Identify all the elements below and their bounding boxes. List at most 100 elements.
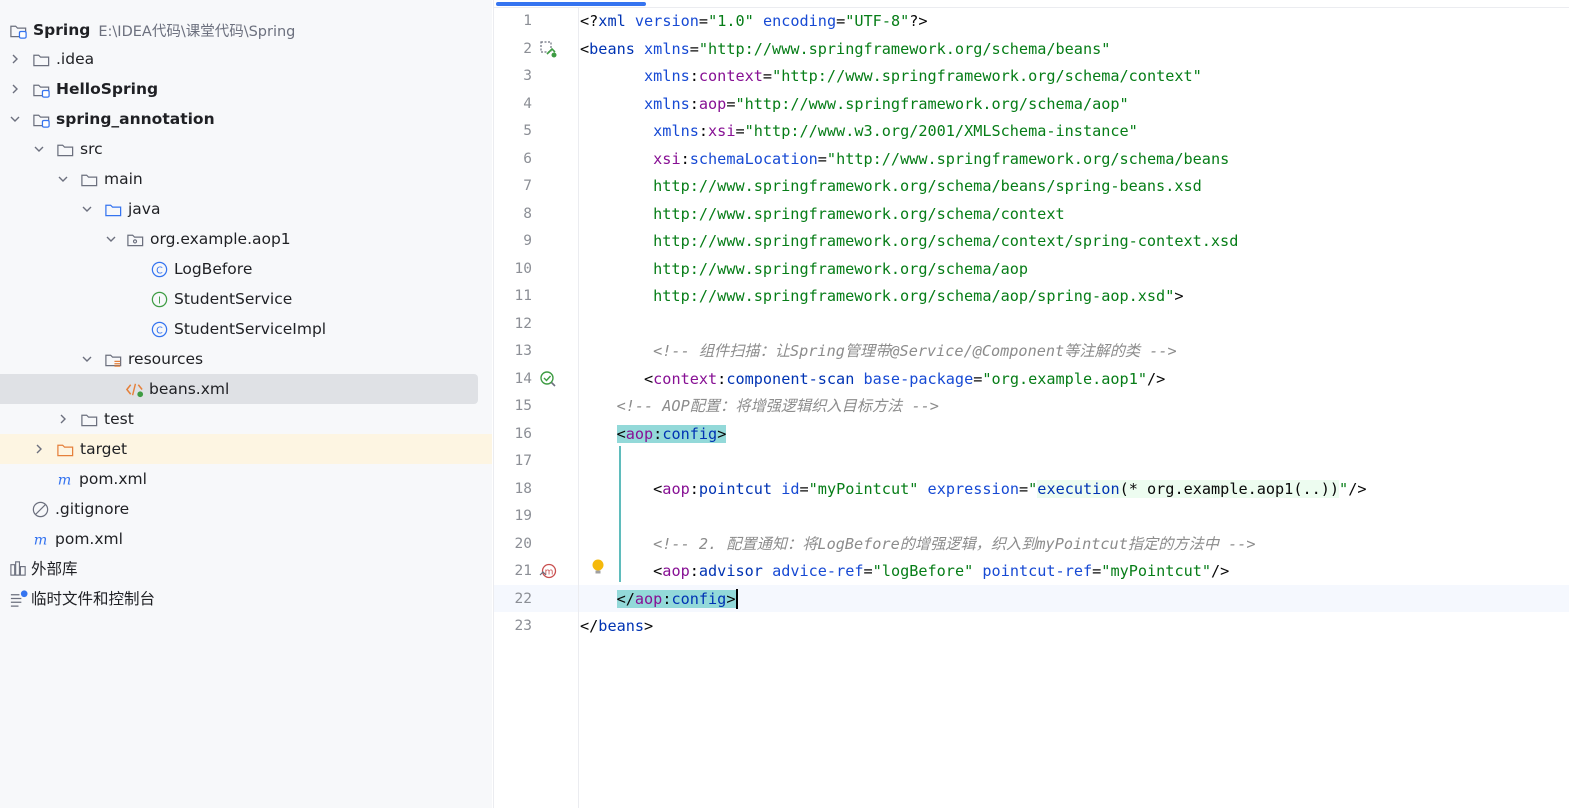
code-token: = [836,12,846,30]
svg-text:m: m [545,568,554,578]
code-line[interactable]: http://www.springframework.org/schema/co… [580,228,1238,256]
tree-item-label: org.example.aop1 [150,230,291,248]
tree-item-label: 临时文件和控制台 [31,590,156,608]
module-folder-icon [8,20,28,40]
tree-item-idea[interactable]: .idea [0,44,492,74]
chevron-down-icon[interactable] [80,202,94,216]
tree-item-logbefore[interactable]: C LogBefore [0,254,492,284]
line-number: 4 [523,95,532,112]
tree-item-hellospring[interactable]: HelloSpring [0,74,492,104]
chevron-right-icon[interactable] [32,442,46,456]
tree-item-scratches[interactable]: 临时文件和控制台 [0,583,492,613]
code-token: http://www.springframework.org/schema/co… [580,232,1239,250]
line-number: 22 [514,590,532,607]
code-line[interactable]: xmlns:xsi="http://www.w3.org/2001/XMLSch… [580,118,1138,146]
code-token: <!-- 组件扫描：让Spring管理带@Service/@Component等… [580,342,1177,360]
tree-item-test[interactable]: test [0,404,492,434]
tree-item-beans-xml[interactable]: beans.xml [0,374,478,404]
svg-text:C: C [156,325,163,336]
chevron-down-icon[interactable] [104,232,118,246]
tree-item-label: Spring [33,21,91,39]
line-number: 16 [514,425,532,442]
code-line[interactable]: <?xml version="1.0" encoding="UTF-8"?> [580,8,928,36]
tree-item-label: spring_annotation [56,110,215,128]
tree-item-target[interactable]: target [0,434,492,464]
line-number: 5 [523,123,532,139]
tree-item-label: java [128,200,161,218]
tree-item-pom-xml-module[interactable]: m pom.xml [0,464,492,494]
code-token: = [863,562,873,580]
tree-item-external-libraries[interactable]: 外部库 [0,553,492,583]
code-line[interactable]: <!-- 组件扫描：让Spring管理带@Service/@Component等… [580,338,1177,366]
chevron-down-icon[interactable] [56,172,70,186]
code-token: http://www.springframework.org/schema/ao… [580,287,1175,305]
chevron-right-icon[interactable] [56,412,70,426]
code-line[interactable]: </aop:config> [580,586,738,614]
tree-item-label: pom.xml [79,470,147,488]
chevron-down-icon[interactable] [8,112,22,126]
code-line[interactable]: </beans> [580,613,653,641]
line-number: 21 [514,563,532,579]
code-token: "myPointcut" [1101,562,1212,580]
chevron-down-icon[interactable] [32,142,46,156]
tree-item-label: StudentServiceImpl [174,320,327,338]
project-tree: Spring E:\IDEA代码\课堂代码\Spring .idea Hello… [0,0,492,808]
line-number: 19 [514,508,532,524]
tree-item-main[interactable]: main [0,164,492,194]
code-token: = [1018,479,1029,498]
chevron-right-icon[interactable] [8,82,22,96]
code-line[interactable]: <beans xmlns="http://www.springframework… [580,36,1110,64]
code-token: xsi [708,122,736,140]
editor-gutter[interactable]: m 1 2 3 4 5 6 7 8 9 10 11 12 13 14 15 16 17 18 19 20 21 22 23 [494,7,579,808]
chevron-down-icon[interactable] [80,352,94,366]
code-line[interactable]: <context:component-scan base-package="or… [580,366,1165,394]
code-line[interactable]: xsi:schemaLocation="http://www.springfra… [580,146,1229,174]
tree-item-label: target [80,440,128,458]
code-token: : [689,67,699,85]
code-line[interactable]: xmlns:context="http://www.springframewor… [580,63,1202,91]
code-token: : [680,149,690,168]
tree-item-java[interactable]: java [0,194,492,224]
tree-item-src[interactable]: src [0,134,492,164]
code-line[interactable]: <aop:pointcut id="myPointcut" expression… [580,476,1367,504]
tree-item-resources[interactable]: resources [0,344,492,374]
tree-item-studentserviceimpl[interactable]: C StudentServiceImpl [0,314,492,344]
code-editor[interactable]: m 1 2 3 4 5 6 7 8 9 10 11 12 13 14 15 16 17 18 19 20 21 22 23 … [493,0,1569,808]
tree-item-label: main [104,170,143,188]
gutter-advice-icon[interactable]: m [538,561,558,581]
code-token: "http://www.springframework.org/schema/c… [772,67,1202,85]
code-token: <!-- 2. 配置通知：将LogBefore的增强逻辑，织入到myPointc… [580,534,1256,553]
code-line[interactable]: <aop:config> [580,421,727,449]
code-token: beans [598,617,645,635]
code-token: xmlns [644,94,690,113]
code-line[interactable]: http://www.springframework.org/schema/ao… [580,283,1183,311]
tree-item-spring-annotation[interactable]: spring_annotation [0,104,492,134]
tree-item-label: .idea [56,50,95,68]
code-line[interactable]: xmlns:aop="http://www.springframework.or… [580,91,1129,119]
code-line[interactable]: <!-- 2. 配置通知：将LogBefore的增强逻辑，织入到myPointc… [580,531,1256,559]
tree-item-studentservice[interactable]: I StudentService [0,284,492,314]
code-line[interactable]: <!-- AOP配置：将增强逻辑织入目标方法 --> [580,393,939,421]
gutter-namespace-icon[interactable] [538,39,558,59]
gutter-scan-icon[interactable] [538,369,558,389]
code-line[interactable]: http://www.springframework.org/schema/co… [580,201,1064,229]
line-number: 14 [514,370,532,387]
chevron-right-icon[interactable] [8,52,22,66]
tree-root-spring[interactable]: Spring E:\IDEA代码\课堂代码\Spring [0,15,492,45]
class-icon: C [149,259,169,279]
tree-item-pom-xml-root[interactable]: m pom.xml [0,524,492,554]
code-token: http://www.springframework.org/schema/be… [580,177,1202,195]
code-line[interactable]: http://www.springframework.org/schema/be… [580,173,1202,201]
tree-item-package-aop1[interactable]: org.example.aop1 [0,224,492,254]
code-token: context [653,369,718,388]
code-token: ?> [909,12,928,30]
code-line[interactable]: http://www.springframework.org/schema/ao… [580,256,1028,284]
tree-item-gitignore[interactable]: .gitignore [0,494,492,524]
code-line[interactable]: <aop:advisor advice-ref="logBefore" poin… [580,558,1229,586]
active-tab-indicator[interactable] [496,2,646,6]
project-path: E:\IDEA代码\课堂代码\Spring [98,23,296,40]
